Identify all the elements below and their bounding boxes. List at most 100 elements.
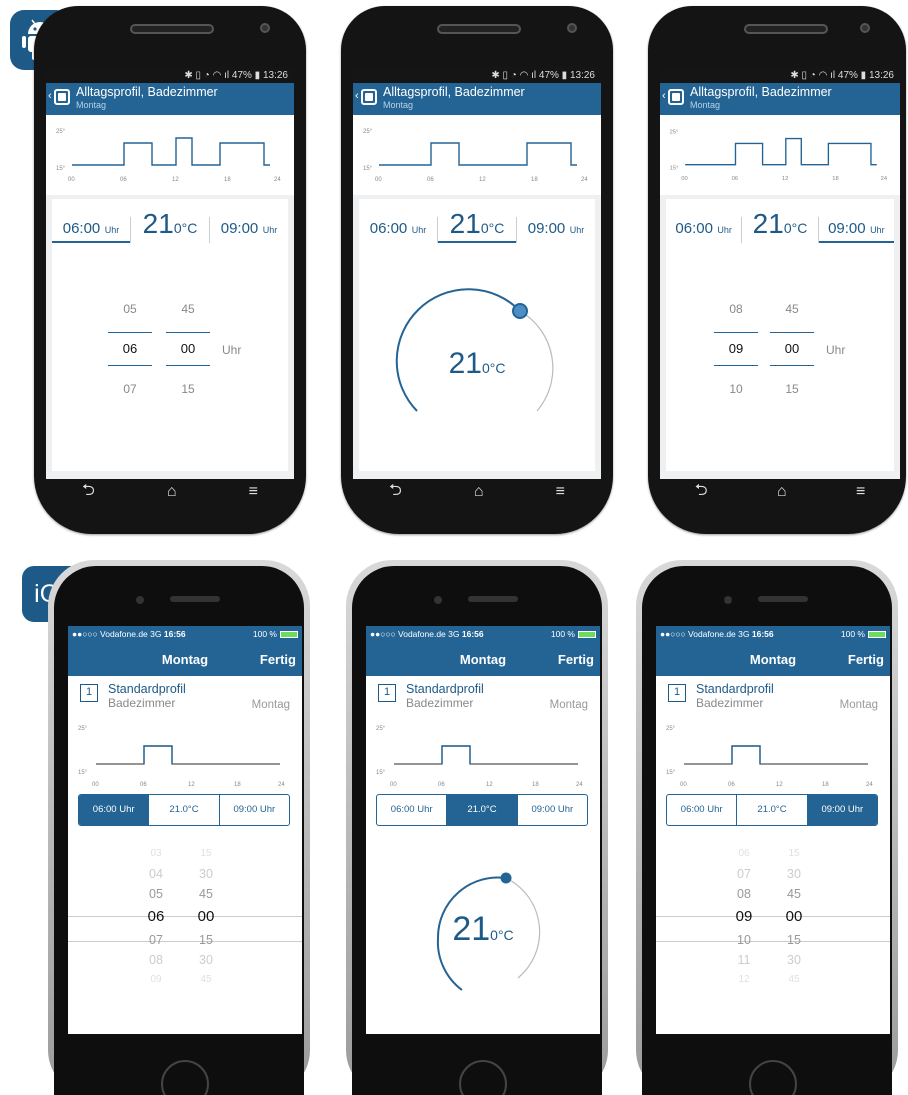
ios-time: 16:56: [163, 629, 186, 639]
hour-option[interactable]: 08: [136, 950, 176, 970]
segment-start-time[interactable]: 06:00 Uhr: [79, 795, 150, 825]
hour-option[interactable]: 07: [136, 930, 176, 950]
minute-option[interactable]: 45: [186, 970, 226, 990]
segment-end-time[interactable]: 09:00 Uhr: [220, 795, 289, 825]
menu-icon[interactable]: ≡: [249, 483, 258, 501]
profile-number: 1: [80, 684, 98, 702]
iphone-2: ●●○○○ Vodafone.de 3G 16:56 100 % Montag Fe…: [346, 560, 608, 1095]
home-icon[interactable]: ⌂: [777, 483, 787, 501]
minute-option[interactable]: 45: [166, 289, 210, 329]
minute-column[interactable]: 45 00 15: [770, 289, 814, 409]
app-bar: ‹ Alltagsprofil, Badezimmer Montag: [46, 83, 294, 115]
tab-end-time[interactable]: 09:00 Uhr: [210, 220, 288, 243]
time-picker-wheel[interactable]: 03 04 05 06 07 08 09 15 30 45 00 15 30 4…: [68, 844, 302, 1004]
back-icon[interactable]: ⮌: [389, 479, 402, 506]
home-button[interactable]: [749, 1060, 797, 1095]
status-time: 13:26: [569, 69, 595, 81]
tab-start-time[interactable]: 06:00 Uhr: [359, 220, 437, 243]
hour-option[interactable]: 10: [724, 930, 764, 950]
editor-card: 06:00 Uhr 210°C 09:00 Uhr 210°C: [359, 199, 595, 471]
minute-selected[interactable]: 00: [186, 904, 226, 930]
hour-column[interactable]: 05 06 07: [108, 289, 152, 409]
menu-icon[interactable]: ≡: [856, 483, 865, 501]
hour-option[interactable]: 03: [136, 844, 176, 864]
minute-option[interactable]: 15: [770, 369, 814, 409]
hour-selected[interactable]: 06: [136, 904, 176, 930]
hour-option[interactable]: 06: [724, 844, 764, 864]
hour-option[interactable]: 04: [136, 864, 176, 884]
minute-option[interactable]: 45: [774, 884, 814, 904]
hour-selected[interactable]: 06: [108, 332, 152, 366]
home-button[interactable]: [161, 1060, 209, 1095]
minute-wheel[interactable]: 15 30 45 00 15 30 45: [186, 844, 226, 990]
hour-wheel[interactable]: 06 07 08 09 10 11 12: [724, 844, 764, 990]
done-button[interactable]: Fertig: [558, 652, 594, 667]
schedule-graph: 25° 15° 00 06 12 18 24: [46, 115, 294, 195]
minute-wheel[interactable]: 15 30 45 00 15 30 45: [774, 844, 814, 990]
segment-start-time[interactable]: 06:00 Uhr: [377, 795, 448, 825]
time-picker-wheel[interactable]: 06 07 08 09 10 11 12 15 30 45 00 15 30 4…: [656, 844, 890, 1004]
minute-option[interactable]: 15: [186, 930, 226, 950]
segment-temperature[interactable]: 21.0°C: [149, 795, 220, 825]
hour-option[interactable]: 08: [724, 884, 764, 904]
tab-temperature[interactable]: 210°C: [131, 210, 209, 243]
done-button[interactable]: Fertig: [848, 652, 884, 667]
minute-option[interactable]: 15: [166, 369, 210, 409]
hour-option[interactable]: 07: [724, 864, 764, 884]
segment-temperature[interactable]: 21.0°C: [737, 795, 808, 825]
minute-option[interactable]: 45: [186, 884, 226, 904]
home-icon[interactable]: ⌂: [167, 483, 177, 501]
back-icon[interactable]: ⮌: [82, 479, 95, 506]
graph-ylabel-15: 15°: [670, 166, 679, 172]
segment-start-time[interactable]: 06:00 Uhr: [667, 795, 738, 825]
back-chevron-icon[interactable]: ‹: [48, 90, 52, 102]
minute-option[interactable]: 30: [774, 950, 814, 970]
tab-end-time[interactable]: 09:00 Uhr: [818, 220, 894, 243]
minute-option[interactable]: 30: [774, 864, 814, 884]
segment-end-time[interactable]: 09:00 Uhr: [518, 795, 587, 825]
hour-option[interactable]: 05: [108, 289, 152, 329]
minute-option[interactable]: 30: [186, 950, 226, 970]
minute-option[interactable]: 30: [186, 864, 226, 884]
minute-option[interactable]: 45: [774, 970, 814, 990]
segment-temperature[interactable]: 21.0°C: [447, 795, 518, 825]
tab-end-time[interactable]: 09:00 Uhr: [517, 220, 595, 243]
graph-ylabel-25: 25°: [78, 726, 88, 732]
hour-column[interactable]: 08 09 10: [714, 289, 758, 409]
tab-start-time[interactable]: 06:00 Uhr: [52, 220, 130, 243]
minute-selected[interactable]: 00: [770, 332, 814, 366]
home-button[interactable]: [459, 1060, 507, 1095]
hour-option[interactable]: 09: [136, 970, 176, 990]
minute-option[interactable]: 15: [774, 930, 814, 950]
menu-icon[interactable]: ≡: [556, 483, 565, 501]
hour-option[interactable]: 05: [136, 884, 176, 904]
schedule-graph: 25° 15° 00 06 12 18 24: [353, 115, 601, 195]
back-icon[interactable]: ⮌: [695, 479, 708, 506]
home-icon[interactable]: ⌂: [474, 483, 484, 501]
tab-temperature[interactable]: 210°C: [742, 210, 817, 243]
segment-end-time[interactable]: 09:00 Uhr: [807, 795, 877, 825]
back-chevron-icon[interactable]: ‹: [662, 90, 666, 102]
done-button[interactable]: Fertig: [260, 652, 296, 667]
hour-option[interactable]: 08: [714, 289, 758, 329]
hour-option[interactable]: 10: [714, 369, 758, 409]
graph-xtick: 00: [92, 782, 99, 788]
hour-wheel[interactable]: 03 04 05 06 07 08 09: [136, 844, 176, 990]
graph-xtick: 12: [479, 177, 486, 183]
hour-option[interactable]: 12: [724, 970, 764, 990]
tab-temperature[interactable]: 210°C: [438, 210, 516, 243]
minute-selected[interactable]: 00: [166, 332, 210, 366]
graph-xtick: 18: [531, 177, 538, 183]
minute-option[interactable]: 45: [770, 289, 814, 329]
hour-option[interactable]: 11: [724, 950, 764, 970]
hour-selected[interactable]: 09: [714, 332, 758, 366]
hour-selected[interactable]: 09: [724, 904, 764, 930]
minute-column[interactable]: 45 00 15: [166, 289, 210, 409]
hour-option[interactable]: 07: [108, 369, 152, 409]
back-chevron-icon[interactable]: ‹: [355, 90, 359, 102]
minute-option[interactable]: 15: [186, 844, 226, 864]
tab-start-time[interactable]: 06:00 Uhr: [666, 220, 741, 243]
minute-option[interactable]: 15: [774, 844, 814, 864]
minute-selected[interactable]: 00: [774, 904, 814, 930]
graph-xtick: 12: [776, 782, 783, 788]
